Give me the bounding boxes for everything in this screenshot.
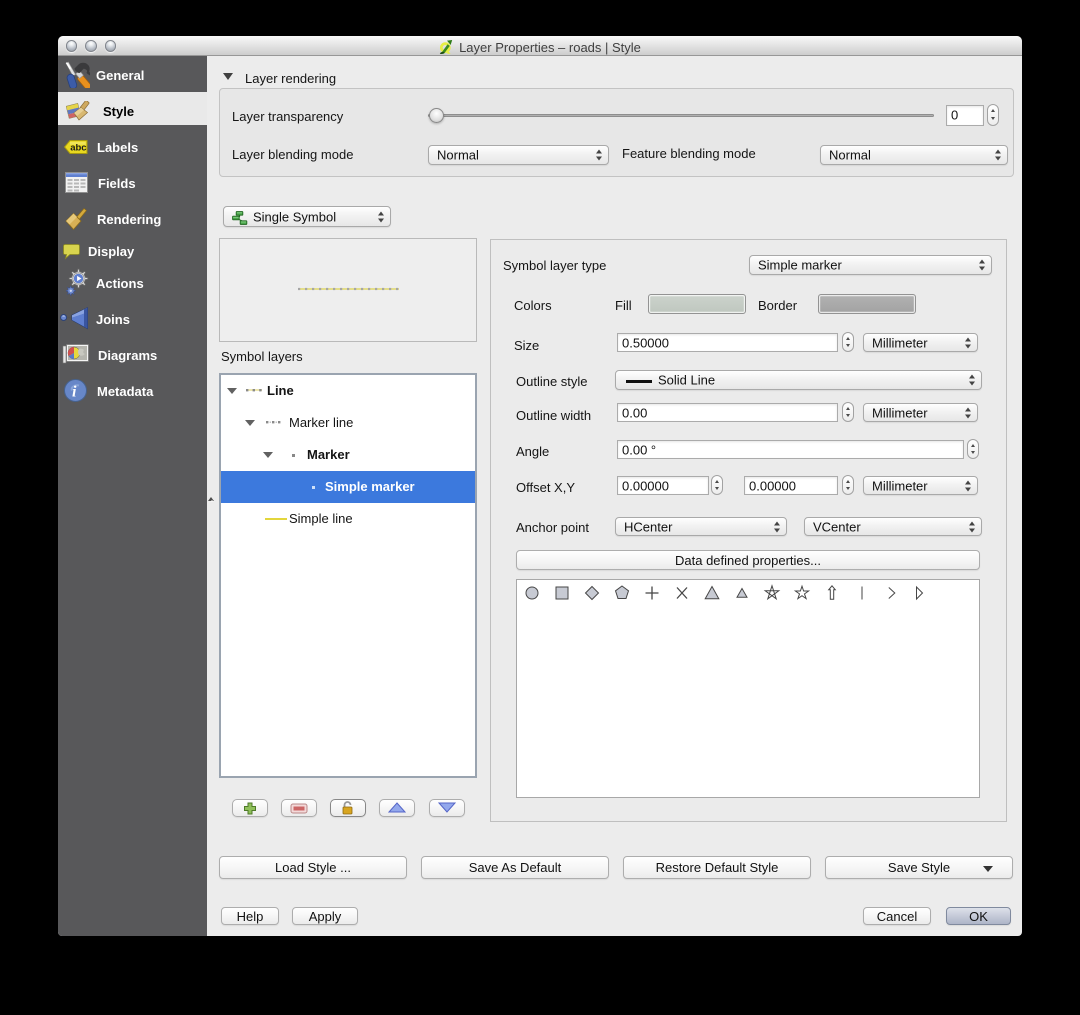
svg-text:abc: abc [70, 143, 86, 154]
svg-text:i: i [72, 384, 77, 401]
